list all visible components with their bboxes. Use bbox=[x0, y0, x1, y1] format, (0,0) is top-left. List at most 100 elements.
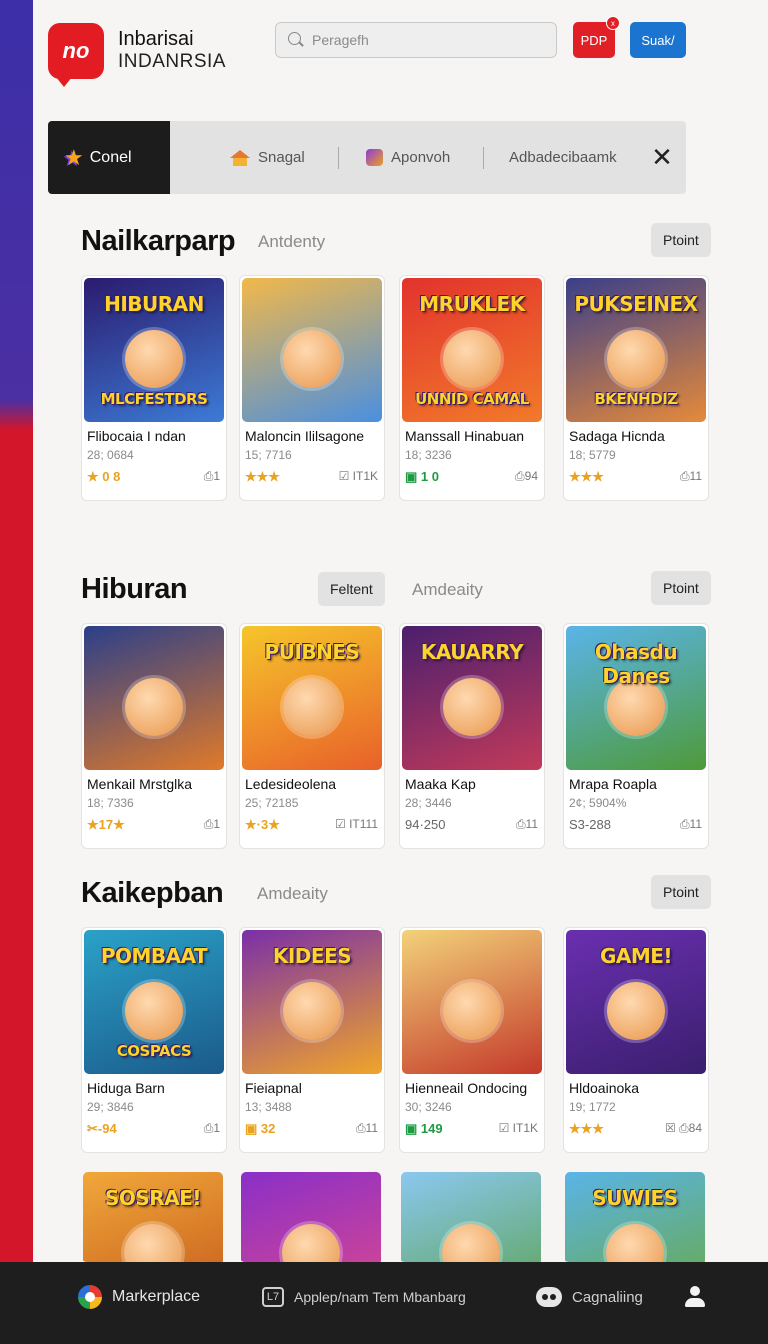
rating-badge: ▣ 1 0 bbox=[405, 469, 439, 484]
rating-badge: ★·3★ bbox=[245, 817, 280, 832]
tab-aponvoh[interactable]: Aponvoh bbox=[366, 121, 450, 194]
tab-snagal[interactable]: Snagal bbox=[230, 121, 305, 194]
game-card[interactable]: HIBURAN MLCFESTDRS Flibocaia I ndan 28; 068… bbox=[81, 275, 227, 501]
tab-label: Snagal bbox=[258, 149, 305, 166]
player-count: 18; 3236 bbox=[405, 448, 452, 462]
tab-divider bbox=[338, 147, 339, 169]
download-stat: ☑ IT1K bbox=[338, 469, 378, 483]
section-action-button[interactable]: Ptoint bbox=[651, 571, 711, 605]
character-illustration bbox=[125, 982, 183, 1040]
app-icon bbox=[366, 149, 383, 166]
tab-adbadecibaamk[interactable]: Adbadecibaamk bbox=[509, 121, 617, 194]
game-thumbnail[interactable] bbox=[242, 278, 382, 422]
download-stat: ⎙1 bbox=[203, 817, 220, 831]
game-card[interactable]: SUWIES bbox=[563, 1170, 709, 1262]
thumbnail-title: PUIBNES bbox=[264, 640, 360, 664]
logo-text: no bbox=[62, 38, 90, 63]
tab-label: Adbadecibaamk bbox=[509, 149, 617, 166]
game-card[interactable] bbox=[239, 1170, 385, 1262]
game-thumbnail[interactable]: MRUKLEK UNNID CAMAL bbox=[402, 278, 542, 422]
game-card[interactable]: Ohasdu Danes Mrapa Roapla 2¢; 5904% S3-288 ⎙… bbox=[563, 623, 709, 849]
character-illustration bbox=[607, 982, 665, 1040]
close-icon[interactable]: ✕ bbox=[649, 144, 675, 170]
category-tab-bar: ★ Conel Snagal Aponvoh Adbadecibaamk ✕ bbox=[48, 121, 686, 194]
character-illustration bbox=[283, 982, 341, 1040]
download-stat: ⎙11 bbox=[679, 817, 702, 831]
search-bar[interactable] bbox=[275, 22, 557, 58]
game-thumbnail[interactable] bbox=[241, 1172, 381, 1262]
character-illustration bbox=[124, 1224, 182, 1262]
game-thumbnail[interactable]: PUIBNES bbox=[242, 626, 382, 770]
game-thumbnail[interactable]: Ohasdu Danes bbox=[566, 626, 706, 770]
game-card[interactable]: POMBAAT COSPACS Hiduga Barn 29; 3846 ✂-94 ⎙1 bbox=[81, 927, 227, 1153]
rating-badge: ★17★ bbox=[87, 817, 125, 832]
game-card[interactable]: Maloncin Ililsagone 15; 7716 ★★★ ☑ IT1K bbox=[239, 275, 385, 501]
download-stat: ⎙1 bbox=[203, 1121, 220, 1135]
nav-applep[interactable]: L7 Applep/nam Tem Mbanbarg bbox=[262, 1262, 466, 1332]
game-thumbnail[interactable] bbox=[402, 930, 542, 1074]
section-subtitle[interactable]: Antdenty bbox=[258, 232, 325, 252]
game-card[interactable]: KAUARRY Maaka Kap 28; 3446 94·250 ⎙11 bbox=[399, 623, 545, 849]
game-thumbnail[interactable]: GAME! bbox=[566, 930, 706, 1074]
section-action-button[interactable]: Ptoint bbox=[651, 875, 711, 909]
game-thumbnail[interactable]: KAUARRY bbox=[402, 626, 542, 770]
game-title: Maaka Kap bbox=[405, 776, 476, 792]
game-thumbnail[interactable]: POMBAAT COSPACS bbox=[84, 930, 224, 1074]
app-header: no Inbarisai INDANRSIA PDP x Suak/ bbox=[48, 16, 688, 87]
game-thumbnail[interactable]: KIDEES bbox=[242, 930, 382, 1074]
nav-marketplace[interactable]: Markerplace bbox=[78, 1262, 200, 1332]
player-count: 13; 3488 bbox=[245, 1100, 292, 1114]
section-title: Hiburan bbox=[81, 573, 188, 605]
calendar-icon: L7 bbox=[262, 1287, 284, 1307]
pdp-button[interactable]: PDP x bbox=[573, 16, 620, 58]
character-illustration bbox=[443, 982, 501, 1040]
game-card[interactable]: Hienneail Ondocing 30; 3246 ▣ 149 ☑ IT1K bbox=[399, 927, 545, 1153]
rating-badge: ▣ 149 bbox=[405, 1121, 443, 1136]
game-thumbnail[interactable]: SOSRAE! bbox=[83, 1172, 223, 1262]
game-thumbnail[interactable] bbox=[401, 1172, 541, 1262]
nav-label: Cagnaliing bbox=[572, 1288, 643, 1306]
game-card[interactable]: PUKSEINEX BKENHDIZ Sadaga Hicnda 18; 5779 ★★… bbox=[563, 275, 709, 501]
brand-name: Inbarisai bbox=[118, 28, 194, 50]
thumbnail-title: PUKSEINEX bbox=[574, 292, 698, 316]
game-card[interactable]: Menkail Mrstglka 18; 7336 ★17★ ⎙1 bbox=[81, 623, 227, 849]
app-logo[interactable]: no bbox=[48, 23, 104, 87]
thumbnail-title: POMBAAT bbox=[100, 944, 208, 968]
game-card[interactable]: KIDEES Fieiapnal 13; 3488 ▣ 32 ⎙11 bbox=[239, 927, 385, 1153]
thumbnail-title: MRUKLEK bbox=[419, 292, 525, 316]
suak-button[interactable]: Suak/ bbox=[630, 22, 686, 58]
user-icon bbox=[684, 1286, 706, 1308]
section-title: Nailkarparp bbox=[81, 225, 236, 257]
section-subtitle[interactable]: Amdeaity bbox=[412, 580, 483, 600]
thumbnail-title: KIDEES bbox=[272, 944, 352, 968]
game-thumbnail[interactable]: HIBURAN MLCFESTDRS bbox=[84, 278, 224, 422]
game-title: Hiduga Barn bbox=[87, 1080, 165, 1096]
player-count: 28; 0684 bbox=[87, 448, 134, 462]
pdp-close-badge[interactable]: x bbox=[606, 16, 620, 30]
character-illustration bbox=[443, 678, 501, 736]
player-count: 25; 72185 bbox=[245, 796, 299, 810]
game-card[interactable]: SOSRAE! bbox=[81, 1170, 227, 1262]
game-title: Sadaga Hicnda bbox=[569, 428, 665, 444]
search-input[interactable] bbox=[312, 32, 532, 48]
section-subtitle[interactable]: Amdeaity bbox=[257, 884, 328, 904]
game-thumbnail[interactable] bbox=[84, 626, 224, 770]
game-card[interactable]: MRUKLEK UNNID CAMAL Manssall Hinabuan 18; 3… bbox=[399, 275, 545, 501]
nav-label: Applep/nam Tem Mbanbarg bbox=[294, 1289, 466, 1305]
nav-cagnaliing[interactable]: Cagnaliing bbox=[536, 1262, 643, 1332]
game-card[interactable]: PUIBNES Ledesideolena 25; 72185 ★·3★ ☑ IT111 bbox=[239, 623, 385, 849]
thumbnail-title: HIBURAN bbox=[104, 292, 204, 316]
bottom-navigation-bar: Markerplace L7 Applep/nam Tem Mbanbarg C… bbox=[0, 1262, 768, 1344]
section-filter-button[interactable]: Feltent bbox=[318, 572, 385, 606]
side-accent-stripe bbox=[0, 0, 33, 1262]
thumbnail-subtitle: BKENHDIZ bbox=[594, 390, 678, 408]
tab-active[interactable]: ★ Conel bbox=[48, 121, 170, 194]
game-card[interactable]: GAME! Hldoainoka 19; 1772 ★★★ ☒ ⎙84 bbox=[563, 927, 709, 1153]
game-thumbnail[interactable]: PUKSEINEX BKENHDIZ bbox=[566, 278, 706, 422]
nav-profile[interactable] bbox=[684, 1262, 706, 1332]
game-title: Flibocaia I ndan bbox=[87, 428, 186, 444]
section-action-button[interactable]: Ptoint bbox=[651, 223, 711, 257]
game-card[interactable] bbox=[399, 1170, 545, 1262]
player-count: 18; 5779 bbox=[569, 448, 616, 462]
game-thumbnail[interactable]: SUWIES bbox=[565, 1172, 705, 1262]
